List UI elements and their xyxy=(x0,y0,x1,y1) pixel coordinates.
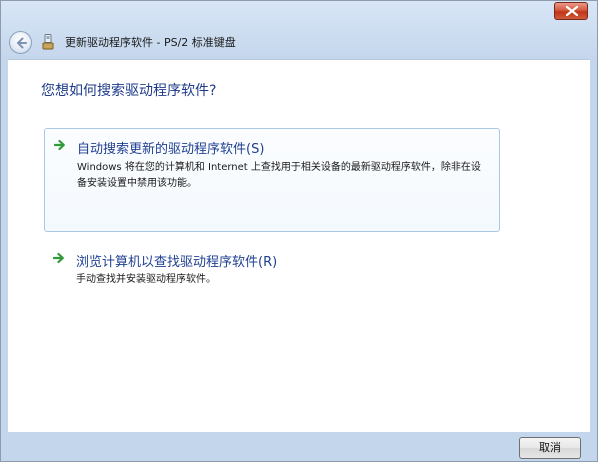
option-title: 浏览计算机以查找驱动程序软件(R) xyxy=(76,255,278,270)
device-icon xyxy=(42,34,54,50)
close-button[interactable] xyxy=(554,2,588,20)
option-description: 手动查找并安装驱动程序软件。 xyxy=(76,274,216,285)
option-auto-search[interactable]: 自动搜索更新的驱动程序软件(S) Windows 将在您的计算机和 Intern… xyxy=(44,128,500,232)
dialog-header: 更新驱动程序软件 - PS/2 标准键盘 xyxy=(1,23,597,59)
option-browse-computer[interactable]: 浏览计算机以查找驱动程序软件(R) 手动查找并安装驱动程序软件。 xyxy=(44,242,500,290)
green-arrow-icon xyxy=(53,252,64,264)
option-title: 自动搜索更新的驱动程序软件(S) xyxy=(77,142,265,157)
back-button[interactable] xyxy=(9,31,32,54)
green-arrow-icon xyxy=(54,139,65,151)
dialog-footer: 取消 xyxy=(1,431,597,461)
page-heading: 您想如何搜索驱动程序软件? xyxy=(41,83,217,99)
content-panel: 您想如何搜索驱动程序软件? 自动搜索更新的驱动程序软件(S) Windows 将… xyxy=(8,59,590,432)
close-icon xyxy=(566,6,578,16)
option-description: Windows 将在您的计算机和 Internet 上查找用于相关设备的最新驱动… xyxy=(77,162,481,189)
cancel-button[interactable]: 取消 xyxy=(519,437,581,459)
window-title: 更新驱动程序软件 - PS/2 标准键盘 xyxy=(65,36,236,49)
dialog-window: 更新驱动程序软件 - PS/2 标准键盘 您想如何搜索驱动程序软件? 自动搜索更… xyxy=(0,0,598,462)
back-arrow-icon xyxy=(17,37,27,49)
